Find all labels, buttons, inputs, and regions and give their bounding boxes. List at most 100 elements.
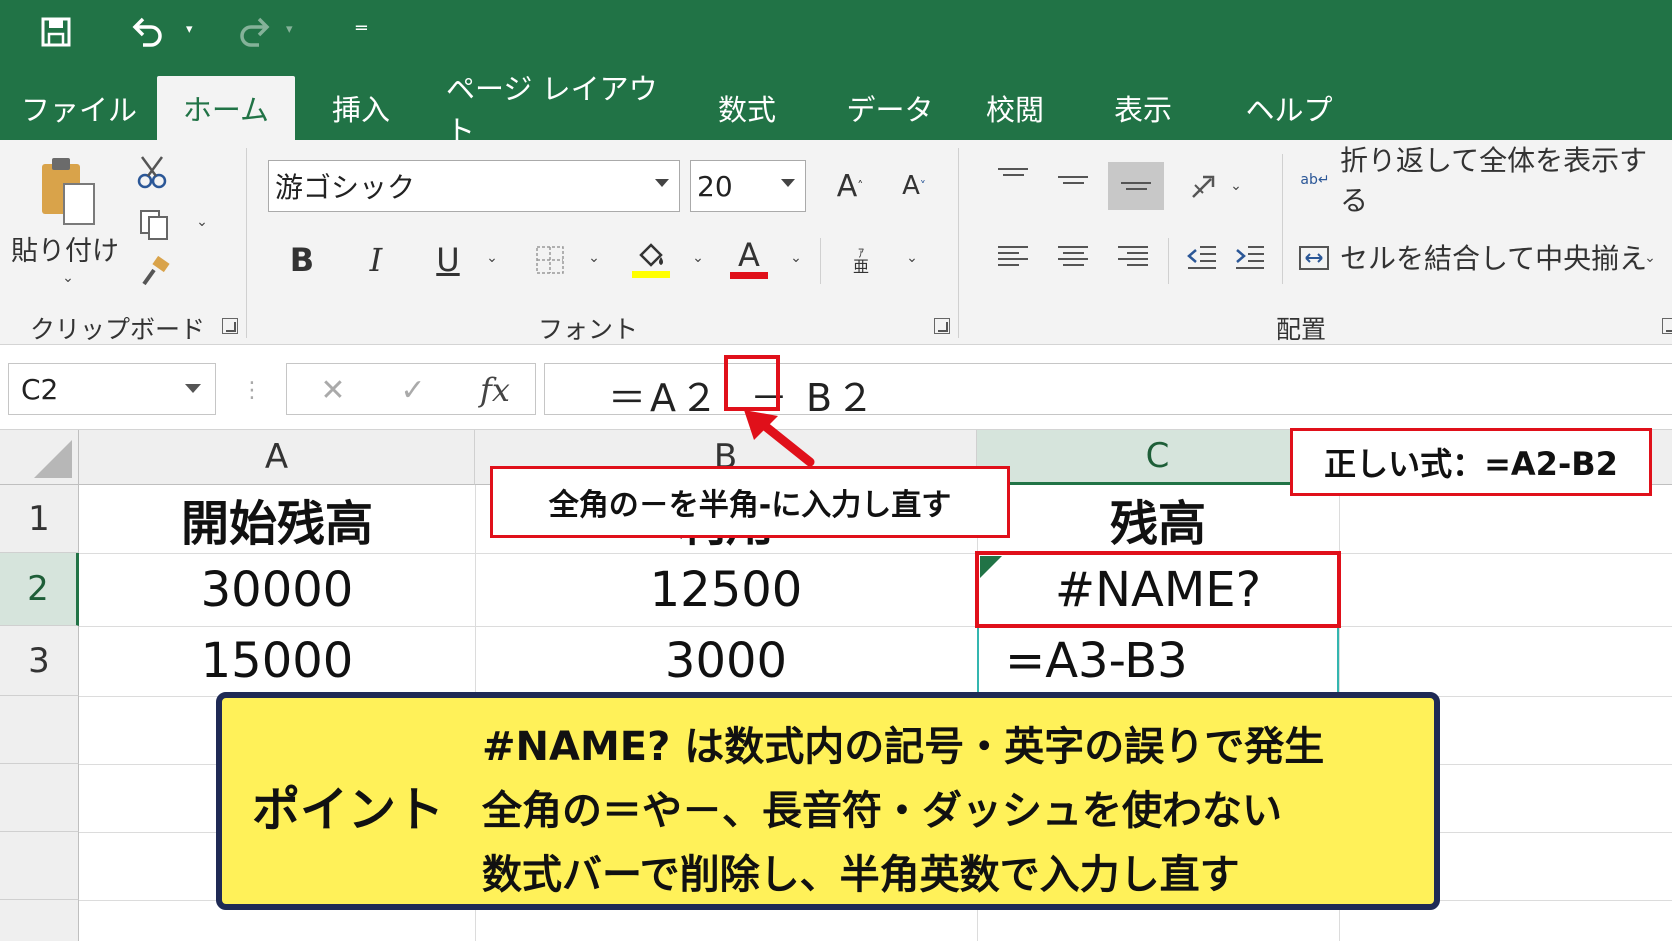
italic-button[interactable]: I xyxy=(358,238,394,282)
column-header-c[interactable]: C xyxy=(977,430,1339,485)
fill-color-button[interactable] xyxy=(630,234,672,284)
tab-page-layout[interactable]: ページ レイアウト xyxy=(446,72,664,148)
format-painter-icon[interactable] xyxy=(138,254,174,290)
borders-icon[interactable] xyxy=(530,240,570,280)
point-title: ポイント xyxy=(252,782,445,838)
font-color-dropdown-icon[interactable]: ⌄ xyxy=(786,248,806,268)
row-header-7[interactable] xyxy=(0,900,79,941)
copy-dropdown-icon[interactable]: ⌄ xyxy=(192,212,212,232)
minus-fix-callout: 全角の－を半角-に入力し直す xyxy=(490,466,1010,538)
underline-dropdown-icon[interactable]: ⌄ xyxy=(482,248,502,268)
align-middle-icon[interactable] xyxy=(1058,176,1088,200)
tab-review[interactable]: 校閲 xyxy=(974,76,1056,140)
cell-b2[interactable]: 12500 xyxy=(475,553,977,626)
paste-dropdown-icon[interactable]: ⌄ xyxy=(58,268,78,288)
insert-function-icon[interactable]: fx xyxy=(473,368,517,412)
shrink-font-button[interactable]: A ˅ xyxy=(894,164,934,208)
ribbon: 貼り付け ⌄ ⌄ クリップボード 游ゴシック 20 A ˄ A ˅ B I U ⌄ … xyxy=(0,140,1672,345)
clipboard-group-label: クリップボード xyxy=(30,315,206,344)
font-size-combo[interactable]: 20 xyxy=(690,160,806,212)
alignment-group-label: 配置 xyxy=(1276,315,1327,344)
cell-a2[interactable]: 30000 xyxy=(79,553,475,626)
phonetic-guide-icon[interactable]: ｱ亜 xyxy=(846,238,876,282)
font-color-button[interactable]: A xyxy=(728,232,770,284)
grip-icon[interactable]: ⋮ xyxy=(241,375,263,405)
tab-data[interactable]: データ xyxy=(834,76,946,140)
align-bottom-button[interactable] xyxy=(1108,162,1164,210)
chevron-down-icon xyxy=(655,179,669,187)
font-name-value: 游ゴシック xyxy=(275,171,416,204)
align-top-icon[interactable] xyxy=(998,168,1028,192)
grow-font-button[interactable]: A ˄ xyxy=(830,164,870,208)
cell-c1[interactable]: 残高 xyxy=(977,485,1339,553)
undo-icon[interactable] xyxy=(126,10,170,54)
cell-c3[interactable]: =A3-B3 xyxy=(977,626,1339,696)
paste-button-label[interactable]: 貼り付け xyxy=(10,228,120,268)
enter-icon[interactable]: ✓ xyxy=(393,368,433,412)
copy-icon[interactable] xyxy=(136,206,172,242)
ribbon-separator xyxy=(1168,238,1169,284)
bold-button[interactable]: B xyxy=(284,238,320,282)
tab-insert[interactable]: 挿入 xyxy=(316,76,406,140)
row-header-2[interactable]: 2 xyxy=(0,553,79,626)
save-icon[interactable] xyxy=(34,10,78,54)
tab-formulas[interactable]: 数式 xyxy=(706,76,788,140)
wrap-text-button[interactable]: 折り返して全体を表示する xyxy=(1340,144,1672,217)
merge-center-icon xyxy=(1296,240,1332,276)
decrease-indent-icon[interactable] xyxy=(1184,240,1220,276)
clipboard-launcher-icon[interactable] xyxy=(222,318,238,334)
undo-dropdown-icon[interactable]: ▾ xyxy=(186,22,193,37)
paste-icon[interactable] xyxy=(36,152,102,230)
redo-dropdown-icon[interactable]: ▾ xyxy=(286,22,293,37)
row-header-5[interactable] xyxy=(0,764,79,832)
font-group-label: フォント xyxy=(538,315,639,344)
formula-buttons: ✕ ✓ fx xyxy=(286,363,536,415)
fill-color-dropdown-icon[interactable]: ⌄ xyxy=(688,248,708,268)
tab-help[interactable]: ヘルプ xyxy=(1234,76,1344,140)
column-header-a[interactable]: A xyxy=(79,430,475,485)
orientation-dropdown-icon[interactable]: ⌄ xyxy=(1226,176,1246,196)
tab-view[interactable]: 表示 xyxy=(1102,76,1184,140)
align-right-icon[interactable] xyxy=(1118,246,1148,270)
tab-file[interactable]: ファイル xyxy=(14,76,144,140)
underline-button[interactable]: U xyxy=(430,238,466,282)
customize-qat-icon[interactable]: ═ xyxy=(356,18,367,39)
font-name-combo[interactable]: 游ゴシック xyxy=(268,160,680,212)
red-arrow-icon xyxy=(744,410,815,467)
merge-center-button[interactable]: セルを結合して中央揃え xyxy=(1340,236,1647,278)
ribbon-separator xyxy=(246,148,247,338)
row-header-4[interactable] xyxy=(0,696,79,764)
phonetic-dropdown-icon[interactable]: ⌄ xyxy=(902,248,922,268)
cancel-icon[interactable]: ✕ xyxy=(313,368,353,412)
point-line-2: 全角の＝や－、長音符・ダッシュを使わない xyxy=(482,788,1282,834)
borders-dropdown-icon[interactable]: ⌄ xyxy=(584,248,604,268)
fill-color-swatch xyxy=(632,270,670,278)
increase-indent-icon[interactable] xyxy=(1232,240,1268,276)
tab-home[interactable]: ホーム xyxy=(157,76,295,140)
font-launcher-icon[interactable] xyxy=(934,318,950,334)
point-line-3: 数式バーで削除し、半角英数で入力し直す xyxy=(482,852,1240,898)
row-header-3[interactable]: 3 xyxy=(0,626,79,696)
alignment-launcher-icon[interactable] xyxy=(1662,318,1672,334)
fill-bucket-icon xyxy=(639,242,663,267)
ribbon-separator xyxy=(1282,154,1283,284)
redo-icon[interactable] xyxy=(232,10,276,54)
cell-a1[interactable]: 開始残高 xyxy=(79,485,475,553)
merge-dropdown-icon[interactable]: ⌄ xyxy=(1640,248,1660,268)
name-box-value: C2 xyxy=(21,372,59,406)
row-header-1[interactable]: 1 xyxy=(0,485,79,553)
title-bar: ▾ ▾ ═ ファイル ホーム 挿入 ページ レイアウト 数式 データ 校閲 表示… xyxy=(0,0,1672,148)
row-header-6[interactable] xyxy=(0,832,79,900)
name-box[interactable]: C2 xyxy=(8,363,216,415)
wrap-text-icon: ab↵ xyxy=(1300,172,1330,188)
point-line-1: #NAME? は数式内の記号・英字の誤りで発生 xyxy=(482,724,1325,770)
font-size-value: 20 xyxy=(697,169,733,203)
cell-b3[interactable]: 3000 xyxy=(475,626,977,696)
cut-icon[interactable] xyxy=(134,154,170,190)
orientation-icon[interactable] xyxy=(1186,166,1222,206)
align-left-icon[interactable] xyxy=(998,246,1028,270)
align-center-icon[interactable] xyxy=(1058,246,1088,270)
select-all-button[interactable] xyxy=(0,430,79,485)
font-color-swatch xyxy=(730,271,768,279)
cell-a3[interactable]: 15000 xyxy=(79,626,475,696)
